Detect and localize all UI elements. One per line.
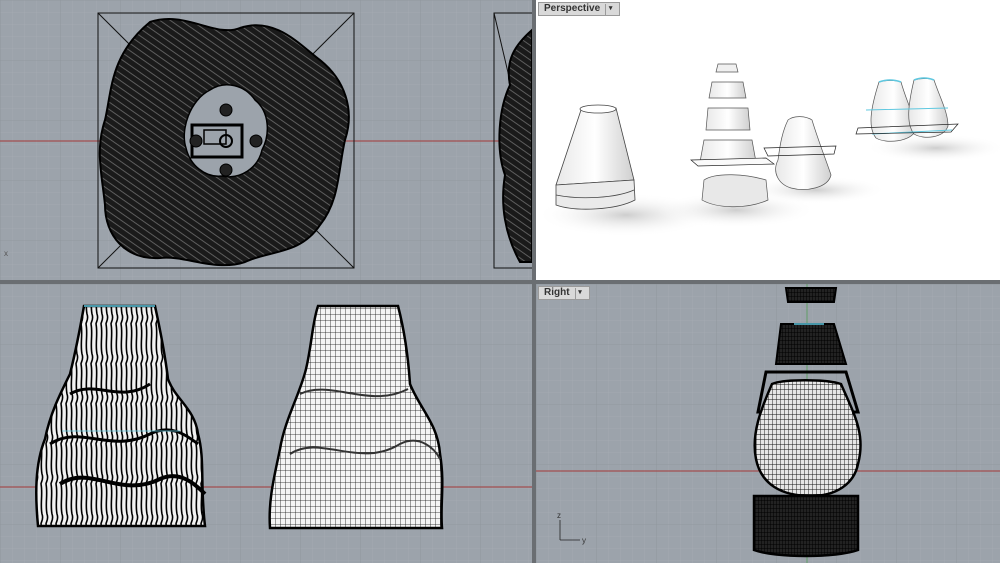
chevron-down-icon[interactable]: ▾ [605, 3, 615, 15]
top-viewport-canvas: x [0, 0, 532, 280]
top-vase-wireframe[interactable] [98, 17, 350, 267]
perspective-viewport-label[interactable]: Perspective ▾ [538, 2, 621, 16]
chevron-down-icon[interactable]: ▾ [574, 287, 585, 299]
top-axis-x-label: x [4, 249, 8, 258]
perspective-viewport-title: Perspective [544, 3, 601, 14]
right-axis-y-label: y [582, 536, 586, 545]
perspective-viewport[interactable]: Perspective ▾ [536, 0, 1000, 280]
top-viewport[interactable]: x [0, 0, 532, 280]
front-viewport-canvas [0, 284, 532, 563]
right-viewport-label[interactable]: Right ▾ [538, 286, 590, 300]
front-viewport[interactable] [0, 284, 532, 563]
viewport-divider-horizontal[interactable] [0, 280, 1000, 284]
right-viewport-canvas: z y [536, 284, 1000, 563]
right-viewport-title: Right [544, 287, 570, 298]
right-axis-z-label: z [557, 511, 561, 520]
perspective-viewport-canvas [536, 0, 1000, 280]
right-viewport[interactable]: z y Right ▾ [536, 284, 1000, 563]
